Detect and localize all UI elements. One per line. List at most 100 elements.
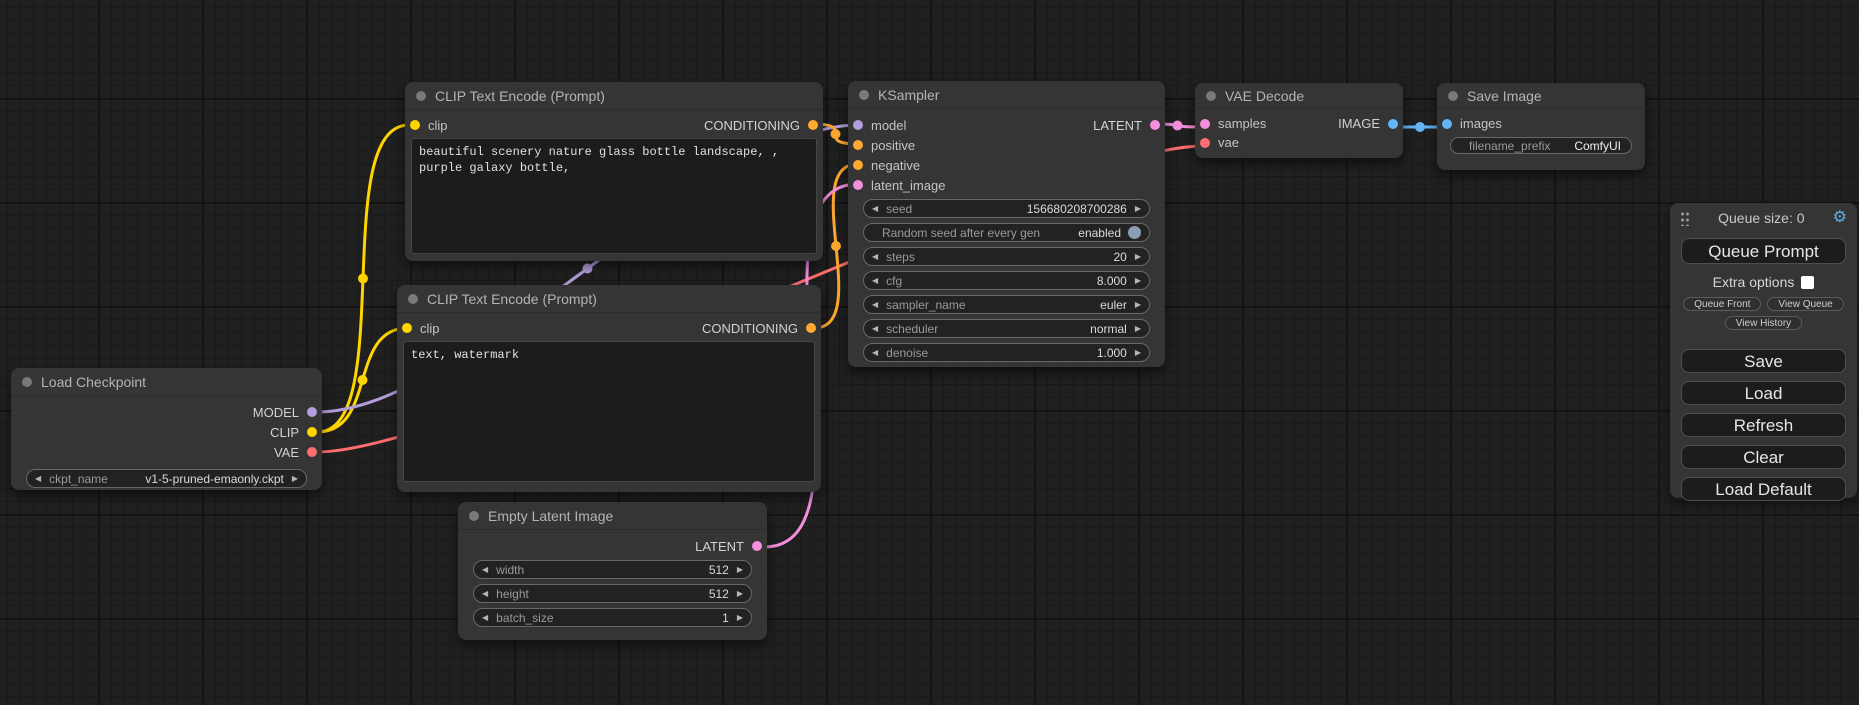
widget-batch-size[interactable]: ◀ batch_size 1 ▶ [473,608,752,627]
link-negative-cond-to-ksampler-negative-midpoint-dot[interactable] [831,241,841,251]
queue-front-button[interactable]: Queue Front [1683,297,1761,311]
widget-filename-prefix[interactable]: filename_prefix ComfyUI [1450,137,1632,154]
input-port-clip[interactable] [402,323,412,333]
widget-denoise[interactable]: ◀ denoise 1.000 ▶ [863,343,1150,362]
output-port-image[interactable] [1388,119,1398,129]
increment-arrow-icon[interactable]: ▶ [1135,325,1141,333]
refresh-button[interactable]: Refresh [1681,413,1846,437]
link-checkpoint-clip-to-positive-clip-midpoint-dot[interactable] [358,274,368,284]
decrement-arrow-icon[interactable]: ◀ [482,566,488,574]
node-title-bar[interactable]: CLIP Text Encode (Prompt) [405,82,823,110]
view-queue-button[interactable]: View Queue [1767,297,1843,311]
increment-arrow-icon[interactable]: ▶ [1135,205,1141,213]
decrement-arrow-icon[interactable]: ◀ [872,349,878,357]
save-button[interactable]: Save [1681,349,1846,373]
increment-arrow-icon[interactable]: ▶ [1135,253,1141,261]
node-title-bar[interactable]: Save Image [1437,83,1645,109]
input-label-images: images [1460,116,1502,131]
output-port-model[interactable] [307,407,317,417]
decrement-arrow-icon[interactable]: ◀ [35,475,41,483]
output-port-latent[interactable] [752,541,762,551]
link-positive-cond-to-ksampler-positive-midpoint-dot[interactable] [831,129,841,139]
output-label-latent: LATENT [1093,118,1142,133]
output-port-conditioning[interactable] [806,323,816,333]
input-port-negative[interactable] [853,160,863,170]
widget-steps[interactable]: ◀ steps 20 ▶ [863,247,1150,266]
widget-seed[interactable]: ◀ seed 156680208700286 ▶ [863,199,1150,218]
node-title-bar[interactable]: Empty Latent Image [458,502,767,530]
increment-arrow-icon[interactable]: ▶ [292,475,298,483]
output-port-latent[interactable] [1150,120,1160,130]
node-load-checkpoint[interactable]: Load Checkpoint MODEL CLIP VAE ◀ ckpt_na… [11,368,322,490]
gear-icon[interactable]: ⚙ [1833,210,1847,226]
queue-prompt-button[interactable]: Queue Prompt [1681,238,1846,264]
node-clip-text-encode-negative[interactable]: CLIP Text Encode (Prompt) clip CONDITION… [397,285,821,492]
output-port-vae[interactable] [307,447,317,457]
decrement-arrow-icon[interactable]: ◀ [872,301,878,309]
widget-cfg[interactable]: ◀ cfg 8.000 ▶ [863,271,1150,290]
widget-scheduler[interactable]: ◀ scheduler normal ▶ [863,319,1150,338]
collapse-dot-icon[interactable] [469,511,479,521]
collapse-dot-icon[interactable] [408,294,418,304]
input-label-clip: clip [420,321,440,336]
increment-arrow-icon[interactable]: ▶ [737,590,743,598]
node-vae-decode[interactable]: VAE Decode samples IMAGE vae [1195,83,1403,158]
drag-handle-icon[interactable] [1680,210,1690,226]
input-port-clip[interactable] [410,120,420,130]
node-save-image[interactable]: Save Image images filename_prefix ComfyU… [1437,83,1645,170]
node-ksampler[interactable]: KSampler model LATENT positive negative … [848,81,1165,367]
increment-arrow-icon[interactable]: ▶ [1135,277,1141,285]
increment-arrow-icon[interactable]: ▶ [1135,349,1141,357]
widget-random-seed-toggle[interactable]: Random seed after every gen enabled [863,223,1150,242]
increment-arrow-icon[interactable]: ▶ [737,614,743,622]
decrement-arrow-icon[interactable]: ◀ [872,325,878,333]
widget-ckpt-name[interactable]: ◀ ckpt_name v1-5-pruned-emaonly.ckpt ▶ [26,469,307,488]
input-port-images[interactable] [1442,119,1452,129]
prompt-textarea[interactable]: beautiful scenery nature glass bottle la… [411,138,817,254]
input-port-samples[interactable] [1200,119,1210,129]
decrement-arrow-icon[interactable]: ◀ [872,205,878,213]
increment-arrow-icon[interactable]: ▶ [1135,301,1141,309]
link-checkpoint-model-to-ksampler-model-midpoint-dot[interactable] [583,264,593,274]
node-title-bar[interactable]: CLIP Text Encode (Prompt) [397,285,821,313]
widget-sampler-name[interactable]: ◀ sampler_name euler ▶ [863,295,1150,314]
decrement-arrow-icon[interactable]: ◀ [872,277,878,285]
collapse-dot-icon[interactable] [416,91,426,101]
link-ksampler-latent-to-vaedecode-samples-midpoint-dot[interactable] [1173,121,1183,131]
input-port-model[interactable] [853,120,863,130]
load-default-button[interactable]: Load Default [1681,477,1846,501]
output-label-image: IMAGE [1338,116,1380,131]
widget-height[interactable]: ◀ height 512 ▶ [473,584,752,603]
output-port-conditioning[interactable] [808,120,818,130]
input-port-latent-image[interactable] [853,180,863,190]
node-title-bar[interactable]: VAE Decode [1195,83,1403,109]
input-port-positive[interactable] [853,140,863,150]
collapse-dot-icon[interactable] [22,377,32,387]
load-button[interactable]: Load [1681,381,1846,405]
node-title: Save Image [1467,88,1542,104]
node-clip-text-encode-positive[interactable]: CLIP Text Encode (Prompt) clip CONDITION… [405,82,823,261]
collapse-dot-icon[interactable] [1448,91,1458,101]
node-title: VAE Decode [1225,88,1304,104]
node-title-bar[interactable]: KSampler [848,81,1165,109]
increment-arrow-icon[interactable]: ▶ [737,566,743,574]
node-empty-latent-image[interactable]: Empty Latent Image LATENT ◀ width 512 ▶ … [458,502,767,640]
link-vaedecode-image-to-saveimage-images-midpoint-dot[interactable] [1415,122,1425,132]
decrement-arrow-icon[interactable]: ◀ [482,614,488,622]
input-port-vae[interactable] [1200,138,1210,148]
input-label-vae: vae [1218,135,1239,150]
prompt-textarea[interactable]: text, watermark [403,341,815,482]
view-history-button[interactable]: View History [1725,316,1802,330]
toggle-circle-icon[interactable] [1128,226,1141,239]
widget-width[interactable]: ◀ width 512 ▶ [473,560,752,579]
decrement-arrow-icon[interactable]: ◀ [482,590,488,598]
decrement-arrow-icon[interactable]: ◀ [872,253,878,261]
output-port-clip[interactable] [307,427,317,437]
link-checkpoint-clip-to-negative-clip-midpoint-dot[interactable] [358,375,368,385]
extra-options-checkbox[interactable] [1801,276,1814,289]
node-title-bar[interactable]: Load Checkpoint [11,368,322,396]
collapse-dot-icon[interactable] [1206,91,1216,101]
output-label-clip: CLIP [270,425,299,440]
collapse-dot-icon[interactable] [859,90,869,100]
clear-button[interactable]: Clear [1681,445,1846,469]
